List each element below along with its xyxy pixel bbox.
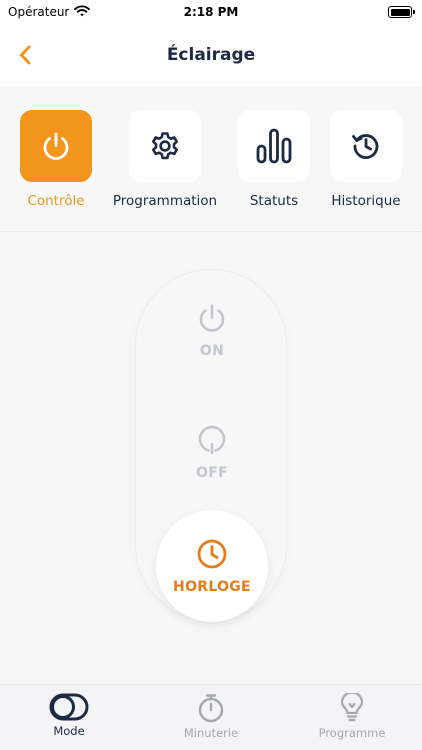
tab-controle[interactable]: Contrôle (1, 110, 111, 220)
status-bar: Opérateur 2:18 PM (0, 0, 422, 24)
power-icon (43, 132, 69, 160)
back-button[interactable] (12, 42, 38, 68)
bottom-tab-bar: Mode Minuterie Programme (0, 684, 422, 750)
mode-label: OFF (196, 465, 228, 481)
bar-chart-icon (256, 128, 292, 164)
bottom-tab-label: Minuterie (183, 726, 239, 740)
mode-selector: ON OFF HORLOGE (135, 269, 287, 622)
tab-icon-box (20, 110, 92, 182)
mode-label: ON (199, 343, 225, 359)
tab-label: Statuts (249, 193, 299, 209)
stopwatch-icon (198, 694, 224, 723)
bottom-tab-label: Programme (318, 726, 386, 740)
carrier-label: Opérateur (8, 5, 70, 19)
bottom-tab-mode[interactable]: Mode (9, 693, 129, 745)
control-panel: ON OFF HORLOGE (0, 232, 422, 684)
bottom-tab-minuterie[interactable]: Minuterie (151, 693, 271, 745)
tab-label: Contrôle (27, 193, 85, 209)
tab-icon-box (330, 110, 402, 182)
tab-icon-box (238, 110, 310, 182)
history-icon (352, 134, 379, 159)
feature-tabs: Contrôle Programmation Statuts Historiqu… (0, 86, 422, 232)
chevron-left-icon (20, 45, 31, 65)
page-title: Éclairage (166, 45, 256, 65)
mode-label: HORLOGE (173, 579, 251, 595)
gear-icon (152, 132, 178, 160)
mode-off-button[interactable]: OFF (156, 396, 268, 508)
tab-icon-box (129, 110, 201, 182)
toggle-icon (49, 693, 89, 721)
nav-bar: Éclairage (0, 24, 422, 86)
power-icon (199, 304, 225, 332)
tab-historique[interactable]: Historique (311, 110, 421, 220)
tab-label: Programmation (112, 193, 218, 209)
clock-icon (197, 539, 227, 569)
lightbulb-icon (340, 693, 364, 722)
power-off-icon (198, 425, 226, 455)
mode-on-button[interactable]: ON (156, 274, 268, 386)
status-left: Opérateur (8, 4, 91, 20)
bottom-tab-programme[interactable]: Programme (292, 693, 412, 745)
battery-icon (388, 6, 415, 18)
bottom-tab-label: Mode (53, 724, 85, 738)
wifi-icon (74, 4, 91, 20)
tab-label: Historique (331, 193, 401, 209)
mode-horloge-button[interactable]: HORLOGE (156, 510, 268, 622)
tab-programmation[interactable]: Programmation (110, 110, 220, 220)
